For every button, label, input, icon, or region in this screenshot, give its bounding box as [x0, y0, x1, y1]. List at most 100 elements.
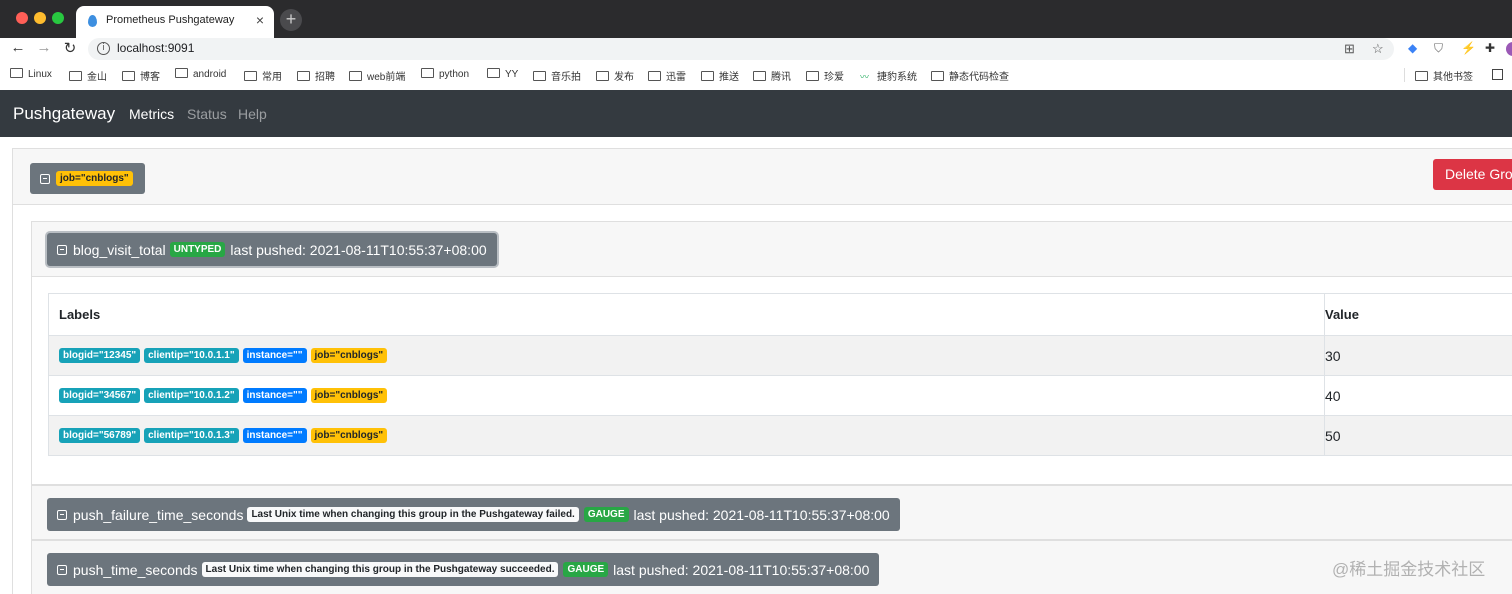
other-bookmarks[interactable]: 其他书签 — [1415, 68, 1473, 83]
folder-icon — [931, 71, 944, 81]
group-toggle-button[interactable]: job="cnblogs" — [30, 163, 145, 194]
tab-title: Prometheus Pushgateway — [106, 14, 235, 26]
metric-name: push_failure_time_seconds — [73, 506, 244, 523]
table-row: blogid="56789" clientip="10.0.1.3" insta… — [49, 415, 1512, 455]
nav-status[interactable]: Status — [187, 106, 227, 122]
folder-icon — [244, 71, 257, 81]
metric-type-badge: GAUGE — [583, 507, 629, 522]
bookmark-item[interactable]: 珍爱 — [806, 68, 844, 83]
bolt-icon[interactable]: ⚡ — [1461, 41, 1476, 55]
bookmark-star-icon[interactable]: ☆ — [1372, 41, 1384, 57]
bookmark-item[interactable]: 推送 — [701, 68, 739, 83]
group-label-badge: job="cnblogs" — [56, 171, 133, 186]
column-header-labels: Labels — [59, 307, 101, 322]
label-badge-clientip: clientip="10.0.1.3" — [144, 428, 239, 443]
labels-cell: blogid="56789" clientip="10.0.1.3" insta… — [59, 416, 388, 455]
profile-avatar[interactable] — [1506, 42, 1512, 56]
metric-help-badge: Last Unix time when changing this group … — [247, 507, 579, 522]
folder-icon — [533, 71, 546, 81]
bookmark-item[interactable]: 金山 — [69, 68, 107, 83]
info-icon[interactable]: i — [97, 42, 110, 55]
folder-icon — [69, 71, 82, 81]
expand-icon — [57, 509, 67, 520]
reload-icon[interactable]: ↻ — [61, 39, 79, 57]
bookmark-item[interactable]: 〰捷豹系统 — [860, 68, 917, 83]
browser-toolbar: ← → ↻ i localhost:9091 ⊞ ☆ ◆ ⛉ ⚡ ✚ — [0, 38, 1512, 62]
folder-icon — [701, 71, 714, 81]
group-header: job="cnblogs" Delete Grou — [13, 149, 1512, 205]
bookmark-item[interactable]: 发布 — [596, 68, 634, 83]
watermark: @稀土掘金技术社区 — [1332, 560, 1486, 579]
label-badge-blogid: blogid="56789" — [59, 428, 141, 443]
label-badge-job: job="cnblogs" — [310, 428, 388, 443]
close-window-button[interactable] — [16, 12, 28, 24]
folder-icon — [487, 68, 500, 78]
bookmark-divider — [1404, 68, 1405, 82]
metric-toggle-button[interactable]: blog_visit_total UNTYPED last pushed: 20… — [47, 233, 497, 266]
metric-toggle-button[interactable]: push_time_seconds Last Unix time when ch… — [47, 553, 880, 586]
collapse-icon — [40, 173, 50, 184]
bookmark-item[interactable]: 常用 — [244, 68, 282, 83]
translate-icon[interactable]: ⊞ — [1344, 41, 1355, 57]
table-header-row: Labels Value — [49, 294, 1512, 335]
label-badge-blogid: blogid="12345" — [59, 348, 141, 363]
maximize-window-button[interactable] — [52, 12, 64, 24]
bookmark-item[interactable]: python — [421, 68, 469, 80]
folder-icon — [806, 71, 819, 81]
label-badge-instance: instance="" — [242, 428, 307, 443]
bookmark-item[interactable]: web前端 — [349, 68, 405, 83]
url-text[interactable]: localhost:9091 — [117, 41, 194, 55]
new-tab-button[interactable]: + — [280, 9, 302, 31]
column-header-value: Value — [1325, 307, 1359, 322]
folder-icon — [122, 71, 135, 81]
metric-toggle-button[interactable]: push_failure_time_seconds Last Unix time… — [47, 498, 900, 531]
delete-group-button[interactable]: Delete Grou — [1433, 159, 1512, 190]
bookmark-item[interactable]: 音乐拍 — [533, 68, 581, 83]
bookmarks-bar: Linux 金山 博客 android 常用 招聘 web前端 python Y… — [0, 62, 1512, 88]
metric-header: blog_visit_total UNTYPED last pushed: 20… — [32, 222, 1512, 277]
metric-group-card: job="cnblogs" Delete Grou blog_visit_tot… — [12, 148, 1512, 594]
extension-icon[interactable]: ◆ — [1408, 41, 1417, 55]
table-row: blogid="34567" clientip="10.0.1.2" insta… — [49, 375, 1512, 415]
metric-name: push_time_seconds — [73, 561, 198, 578]
forward-arrow-icon[interactable]: → — [35, 39, 53, 56]
tab-close-icon[interactable]: × — [256, 12, 264, 28]
label-badge-instance: instance="" — [242, 348, 307, 363]
prometheus-favicon-icon — [88, 15, 97, 27]
label-badge-job: job="cnblogs" — [310, 388, 388, 403]
bookmark-item[interactable]: android — [175, 68, 226, 80]
folder-icon — [297, 71, 310, 81]
bookmark-item[interactable]: 迅雷 — [648, 68, 686, 83]
metric-help-badge: Last Unix time when changing this group … — [201, 562, 559, 577]
last-pushed: last pushed: 2021-08-11T10:55:37+08:00 — [633, 506, 890, 523]
folder-icon — [175, 68, 188, 78]
label-badge-instance: instance="" — [242, 388, 307, 403]
minimize-window-button[interactable] — [34, 12, 46, 24]
puzzle-icon[interactable]: ✚ — [1485, 41, 1495, 55]
bookmark-item[interactable]: YY — [487, 68, 518, 80]
expand-icon — [57, 564, 67, 575]
value-cell: 50 — [1325, 427, 1341, 444]
bookmark-item[interactable]: 招聘 — [297, 68, 335, 83]
metric-card-push-time-seconds: push_time_seconds Last Unix time when ch… — [31, 540, 1512, 594]
labels-cell: blogid="34567" clientip="10.0.1.2" insta… — [59, 376, 388, 415]
brand-link[interactable]: Pushgateway — [13, 104, 115, 124]
reading-list-icon[interactable] — [1492, 69, 1503, 80]
bookmark-item[interactable]: 静态代码检查 — [931, 68, 1009, 83]
shield-icon[interactable]: ⛉ — [1434, 41, 1443, 56]
folder-icon — [1415, 71, 1428, 81]
label-badge-clientip: clientip="10.0.1.2" — [144, 388, 239, 403]
back-arrow-icon[interactable]: ← — [9, 39, 27, 56]
bookmark-item[interactable]: Linux — [10, 68, 52, 80]
bookmark-item[interactable]: 博客 — [122, 68, 160, 83]
nav-metrics[interactable]: Metrics — [129, 106, 174, 122]
bookmark-item[interactable]: 腾讯 — [753, 68, 791, 83]
last-pushed: last pushed: 2021-08-11T10:55:37+08:00 — [613, 561, 870, 578]
nav-help[interactable]: Help — [238, 106, 267, 122]
address-bar[interactable]: i localhost:9091 ⊞ ☆ — [88, 38, 1394, 60]
label-badge-clientip: clientip="10.0.1.1" — [144, 348, 239, 363]
metric-table: Labels Value blogid="12345" clientip="10… — [48, 293, 1512, 456]
app-navbar: Pushgateway Metrics Status Help — [0, 90, 1512, 137]
collapse-icon — [57, 244, 67, 255]
browser-tab[interactable]: Prometheus Pushgateway × — [76, 6, 274, 38]
